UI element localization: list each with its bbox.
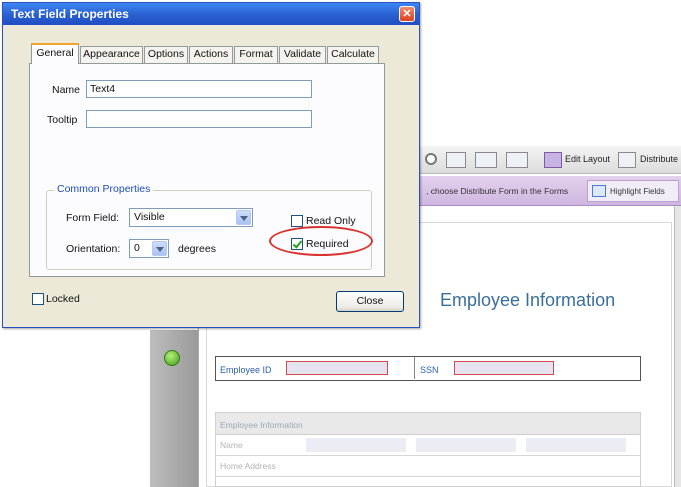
tab-format[interactable]: Format	[234, 46, 278, 63]
annotation-circle	[269, 226, 373, 256]
tooltip-label: Tooltip	[47, 114, 78, 126]
read-only-checkbox[interactable]	[291, 215, 303, 227]
ssn-field[interactable]	[454, 361, 554, 375]
tooltip-input[interactable]	[86, 110, 312, 128]
distribute-label[interactable]: Distribute	[640, 154, 678, 164]
name-input[interactable]: Text4	[86, 80, 312, 98]
button-tool-icon[interactable]	[475, 152, 497, 168]
row-label: Name	[220, 440, 243, 450]
text-field-tool-icon[interactable]	[446, 152, 466, 168]
orientation-select[interactable]: 0	[129, 239, 169, 258]
edit-layout-icon[interactable]	[544, 152, 562, 168]
common-properties-legend: Common Properties	[54, 183, 154, 195]
name-field-middle[interactable]	[526, 438, 626, 452]
barcode-tool-icon[interactable]	[506, 152, 528, 168]
highlight-fields-label: Highlight Fields	[610, 187, 665, 196]
form-field-value: Visible	[134, 211, 165, 223]
tab-calculate[interactable]: Calculate	[327, 46, 379, 63]
message-text: , choose Distribute Form in the Forms	[426, 186, 569, 196]
help-icon[interactable]	[164, 350, 180, 366]
forms-message-bar: , choose Distribute Form in the Forms Hi…	[380, 176, 681, 206]
chevron-down-icon[interactable]	[152, 241, 167, 256]
section-header: Employee Information	[216, 413, 640, 435]
orientation-value: 0	[134, 242, 140, 254]
dialog-title: Text Field Properties	[11, 7, 129, 21]
text-field-properties-dialog: Text Field Properties ✕ General Appearan…	[2, 2, 420, 328]
distribute-icon[interactable]	[618, 152, 636, 168]
close-icon[interactable]: ✕	[399, 6, 415, 22]
form-row-address: Home Address	[216, 457, 640, 477]
tab-appearance[interactable]: Appearance	[80, 46, 143, 63]
name-field-first[interactable]	[416, 438, 516, 452]
ssn-label: SSN	[420, 365, 439, 375]
tab-general[interactable]: General	[31, 43, 79, 64]
degrees-label: degrees	[178, 243, 216, 255]
highlight-fields-button[interactable]: Highlight Fields	[587, 180, 679, 202]
employee-id-row: Employee ID SSN	[215, 356, 641, 381]
section-header-label: Employee Information	[220, 420, 303, 430]
locked-label[interactable]: Locked	[46, 293, 80, 305]
form-field-label: Form Field:	[66, 212, 120, 224]
form-field-select[interactable]: Visible	[129, 208, 253, 227]
chevron-down-icon[interactable]	[236, 210, 251, 225]
document-scrollbar[interactable]	[674, 206, 681, 487]
locked-checkbox[interactable]	[32, 293, 44, 305]
edit-layout-label[interactable]: Edit Layout	[565, 154, 610, 164]
form-title: Employee Information	[440, 290, 616, 310]
row-label: Home Address	[220, 461, 276, 471]
row-divider	[414, 357, 415, 379]
name-label: Name	[52, 84, 81, 96]
name-field-last[interactable]	[306, 438, 406, 452]
radio-button-tool-icon[interactable]	[425, 153, 437, 165]
highlight-fields-icon	[592, 185, 606, 197]
form-row-name: Name	[216, 436, 640, 456]
employee-info-section: Employee Information Name Home Address	[215, 412, 641, 487]
tab-options[interactable]: Options	[144, 46, 188, 63]
employee-id-field[interactable]	[286, 361, 388, 375]
tab-validate[interactable]: Validate	[279, 46, 326, 63]
orientation-label: Orientation:	[66, 243, 121, 255]
dialog-titlebar[interactable]: Text Field Properties ✕	[3, 3, 419, 25]
close-button[interactable]: Close	[336, 291, 404, 312]
employee-id-label: Employee ID	[220, 365, 272, 375]
tab-actions[interactable]: Actions	[189, 46, 233, 63]
